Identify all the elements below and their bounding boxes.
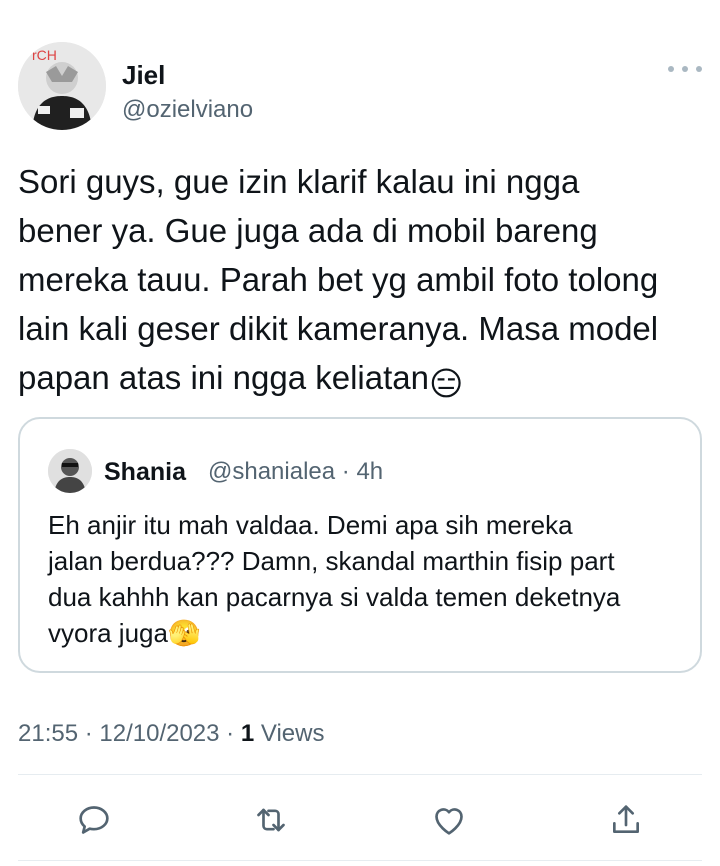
author-handle[interactable]: @ozielviano [122,96,253,124]
reply-icon[interactable] [72,798,116,842]
expressionless-face-emoji: 😑 [429,365,464,402]
author-name[interactable]: Jiel [122,60,165,91]
face-peeking-emoji: 🫣 [167,618,201,648]
quoted-text: Eh anjir itu mah valdaa. Demi apa sih me… [48,507,688,651]
divider [18,774,702,775]
retweet-icon[interactable] [249,798,293,842]
like-icon[interactable] [427,798,471,842]
quoted-author-avatar[interactable] [48,449,92,493]
quoted-author-name[interactable]: Shania [104,458,186,487]
quoted-handle-time: @shanialea · 4h [208,458,384,485]
quoted-body: Eh anjir itu mah valdaa. Demi apa sih me… [48,510,621,648]
action-bar [72,798,648,842]
share-icon[interactable] [604,798,648,842]
quoted-tweet-card[interactable]: Shania @shanialea · 4h Eh anjir itu mah … [18,417,702,673]
tweet-body: Sori guys, gue izin klarif kalau ini ngg… [18,163,659,396]
tweet-timestamp: 21:55 · 12/10/2023 · 1 Views [18,720,324,748]
divider [18,860,702,861]
more-options-icon[interactable] [668,60,702,78]
tweet-text: Sori guys, gue izin klarif kalau ini ngg… [18,157,704,408]
svg-text:rCH: rCH [32,47,57,63]
author-avatar[interactable]: rCH [18,42,106,130]
views-label: Views [254,720,325,747]
views-count: 1 [240,720,255,747]
tweet-header: rCH Jiel @ozielviano [18,42,702,134]
time-date: 21:55 · 12/10/2023 · [18,720,241,747]
